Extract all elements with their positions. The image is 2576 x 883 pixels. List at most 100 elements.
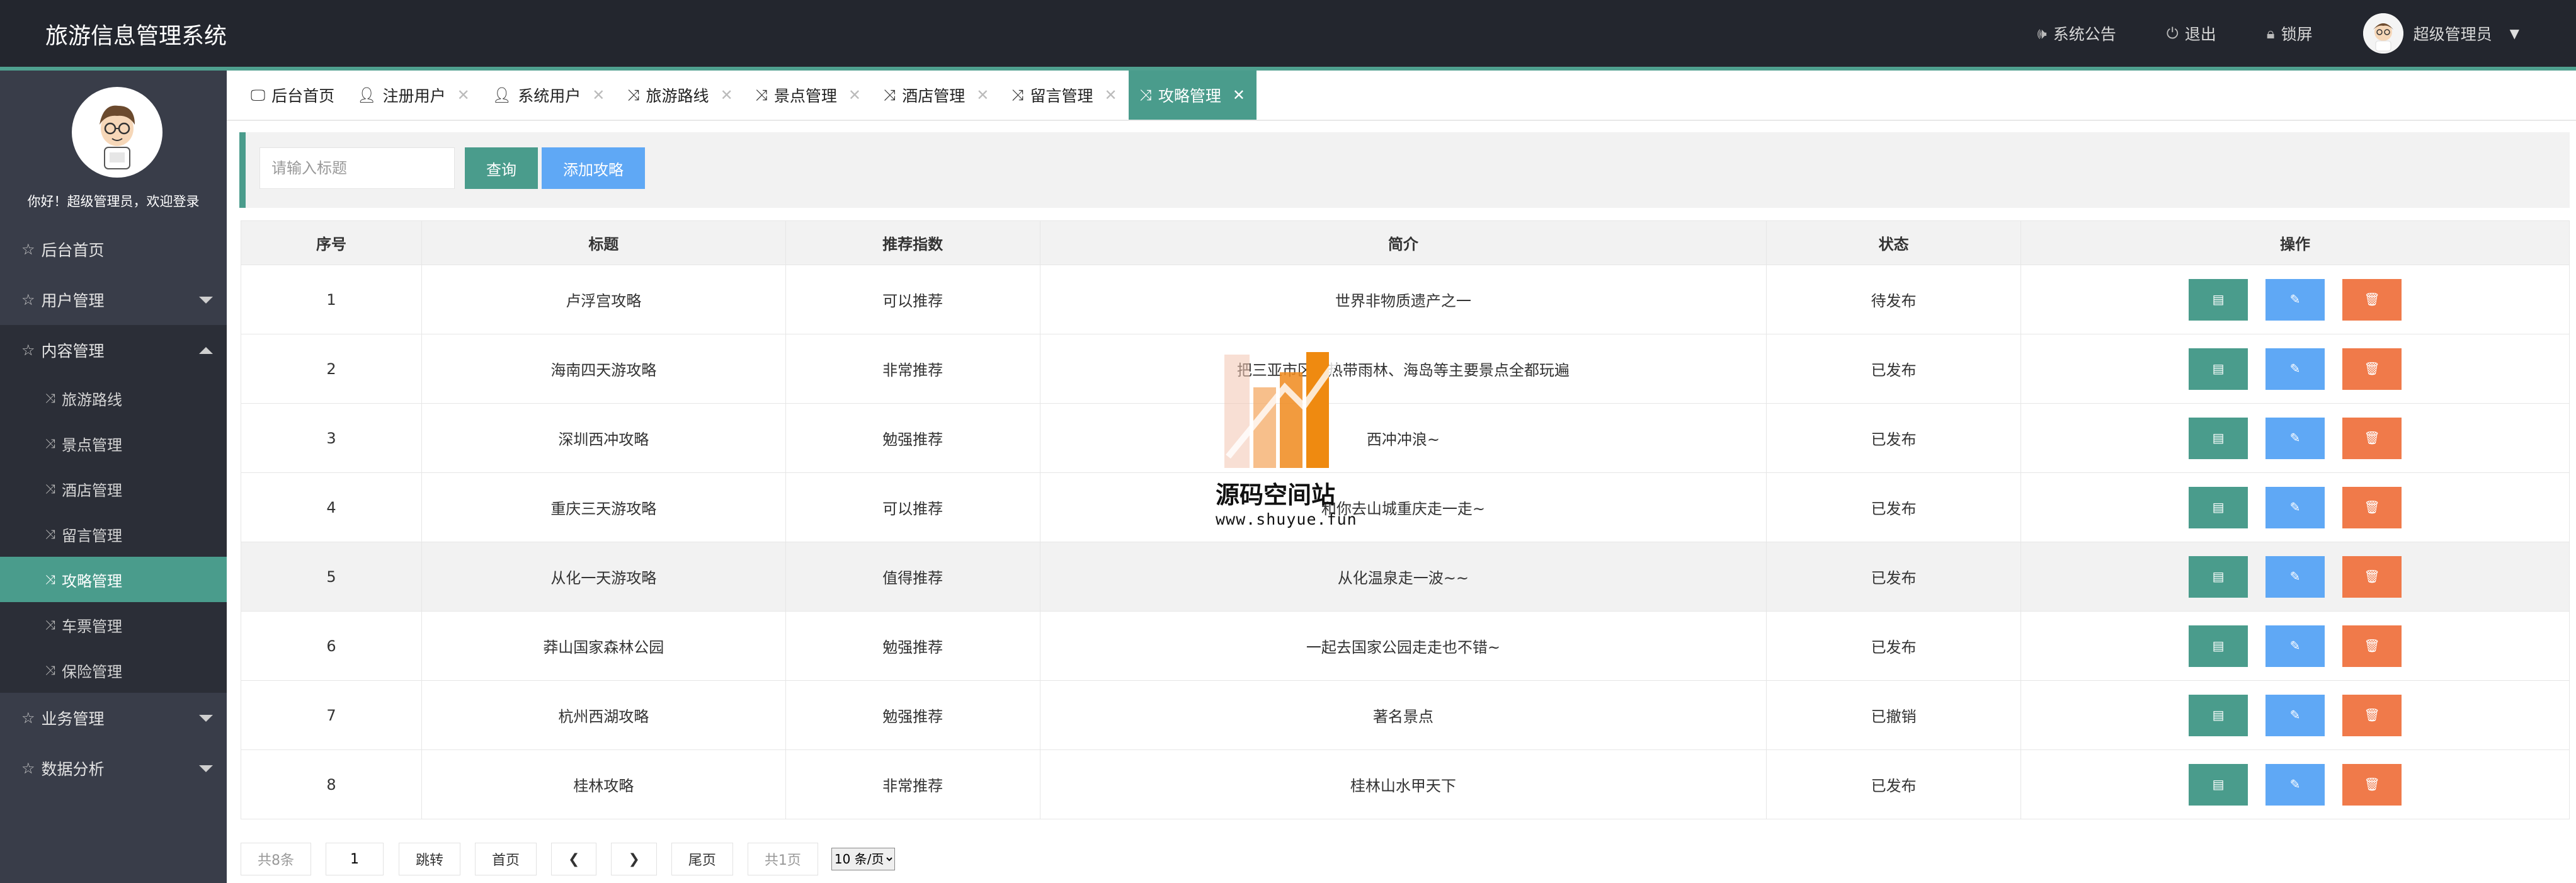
user-icon: 👤︎ [357, 86, 377, 104]
close-icon[interactable]: ✕ [457, 86, 470, 104]
tab-home[interactable]: 🖵 后台首页 [239, 71, 346, 120]
submenu-item-insurance[interactable]: ⤨ 保险管理 [0, 647, 227, 693]
title-search-input[interactable] [259, 147, 455, 189]
tab-routes[interactable]: ⤨ 旅游路线 ✕ [616, 71, 744, 120]
submenu-item-routes[interactable]: ⤨ 旅游路线 [0, 375, 227, 421]
sidebar-item-data-analysis[interactable]: ☆ 数据分析 [0, 743, 227, 794]
guides-table: 序号 标题 推荐指数 简介 状态 操作 1 卢浮宫攻略 可以推荐 世界非物质遗产… [241, 220, 2570, 819]
delete-button[interactable]: 🗑︎ [2342, 625, 2402, 667]
edit-button[interactable]: ✎ [2265, 763, 2325, 806]
close-icon[interactable]: ✕ [721, 86, 733, 104]
trash-icon: 🗑︎ [2364, 293, 2380, 307]
system-notice-link[interactable]: 🕪 系统公告 [2037, 22, 2116, 45]
shuffle-icon: ⤨ [45, 617, 55, 632]
cell-intro: 把三亚市区和热带雨林、海岛等主要景点全都玩遍 [1039, 334, 1767, 404]
submenu-item-label: 旅游路线 [62, 390, 122, 409]
logout-label: 退出 [2184, 25, 2216, 43]
cell-intro: 世界非物质遗产之一 [1039, 265, 1767, 334]
edit-button[interactable]: ✎ [2265, 278, 2325, 321]
pencil-icon: ✎ [2289, 570, 2301, 584]
query-button[interactable]: 查询 [465, 147, 538, 189]
next-page-button[interactable]: ❯ [611, 843, 657, 875]
star-outline-icon: ☆ [21, 241, 35, 258]
cell-rating: 非常推荐 [785, 334, 1040, 404]
column-header: 状态 [1766, 220, 2022, 265]
edit-button[interactable]: ✎ [2265, 694, 2325, 736]
sidebar-item-home[interactable]: ☆ 后台首页 [0, 224, 227, 275]
system-notice-label: 系统公告 [2053, 25, 2116, 43]
close-icon[interactable]: ✕ [1233, 86, 1245, 104]
trash-icon: 🗑︎ [2364, 431, 2380, 445]
view-button[interactable]: ▤ [2189, 348, 2248, 390]
user-menu[interactable]: 超级管理员 ▼ [2362, 13, 2519, 54]
close-icon[interactable]: ✕ [976, 86, 989, 104]
monitor-icon: 🖵 [251, 86, 266, 104]
shuffle-icon: ⤨ [45, 390, 55, 406]
view-button[interactable]: ▤ [2189, 694, 2248, 736]
view-button[interactable]: ▤ [2189, 763, 2248, 806]
tab-guides[interactable]: ⤨ 攻略管理 ✕ [1128, 71, 1257, 120]
trash-icon: 🗑︎ [2364, 639, 2380, 653]
submenu-item-label: 酒店管理 [62, 481, 122, 499]
add-guide-button[interactable]: 添加攻略 [542, 147, 645, 189]
submenu-item-guides[interactable]: ⤨ 攻略管理 [0, 557, 227, 602]
delete-button[interactable]: 🗑︎ [2342, 763, 2402, 806]
cell-actions: ▤ ✎ 🗑︎ [2020, 680, 2570, 750]
sidebar-avatar [72, 87, 162, 178]
delete-button[interactable]: 🗑︎ [2342, 278, 2402, 321]
delete-button[interactable]: 🗑︎ [2342, 348, 2402, 390]
prev-page-button[interactable]: ❮ [551, 843, 597, 875]
sidebar-item-user-management[interactable]: ☆ 用户管理 [0, 275, 227, 325]
sidebar-item-label: 用户管理 [41, 292, 105, 310]
chevron-down-icon [199, 297, 213, 304]
sidebar-item-business-management[interactable]: ☆ 业务管理 [0, 693, 227, 743]
lock-screen-link[interactable]: 🔒︎ 锁屏 [2267, 22, 2313, 45]
submenu-item-label: 保险管理 [62, 663, 122, 681]
tab-messages[interactable]: ⤨ 留言管理 ✕ [1000, 71, 1128, 120]
document-icon: ▤ [2212, 293, 2225, 307]
tab-label: 留言管理 [1030, 87, 1093, 105]
edit-button[interactable]: ✎ [2265, 417, 2325, 459]
view-button[interactable]: ▤ [2189, 278, 2248, 321]
cell-rating: 可以推荐 [785, 265, 1040, 334]
close-icon[interactable]: ✕ [1105, 86, 1117, 104]
table-row: 5 从化一天游攻略 值得推荐 从化温泉走一波~~ 已发布 ▤ ✎ 🗑︎ [241, 542, 2570, 612]
logout-link[interactable]: ⏻ 退出 [2167, 22, 2216, 45]
chevron-up-icon [199, 347, 213, 354]
sidebar-item-content-management[interactable]: ☆ 内容管理 [0, 325, 227, 375]
tab-hotels[interactable]: ⤨ 酒店管理 ✕ [872, 71, 1000, 120]
submenu-item-tickets[interactable]: ⤨ 车票管理 [0, 602, 227, 647]
close-icon[interactable]: ✕ [848, 86, 861, 104]
delete-button[interactable]: 🗑︎ [2342, 417, 2402, 459]
document-icon: ▤ [2212, 362, 2225, 376]
edit-button[interactable]: ✎ [2265, 348, 2325, 390]
delete-button[interactable]: 🗑︎ [2342, 694, 2402, 736]
submenu-item-attractions[interactable]: ⤨ 景点管理 [0, 421, 227, 466]
tab-registered-users[interactable]: 👤︎ 注册用户 ✕ [346, 71, 481, 120]
view-button[interactable]: ▤ [2189, 625, 2248, 667]
view-button[interactable]: ▤ [2189, 417, 2248, 459]
submenu-item-messages[interactable]: ⤨ 留言管理 [0, 511, 227, 557]
view-button[interactable]: ▤ [2189, 555, 2248, 598]
submenu-item-hotels[interactable]: ⤨ 酒店管理 [0, 466, 227, 511]
edit-button[interactable]: ✎ [2265, 625, 2325, 667]
cell-title: 从化一天游攻略 [421, 542, 786, 612]
close-icon[interactable]: ✕ [592, 86, 605, 104]
cell-actions: ▤ ✎ 🗑︎ [2020, 403, 2570, 473]
view-button[interactable]: ▤ [2189, 486, 2248, 528]
edit-button[interactable]: ✎ [2265, 486, 2325, 528]
delete-button[interactable]: 🗑︎ [2342, 555, 2402, 598]
page-number-input[interactable] [326, 843, 384, 875]
jump-button[interactable]: 跳转 [399, 843, 461, 875]
last-page-button[interactable]: 尾页 [671, 843, 733, 875]
shuffle-icon: ⤨ [1139, 86, 1152, 104]
delete-button[interactable]: 🗑︎ [2342, 486, 2402, 528]
edit-button[interactable]: ✎ [2265, 555, 2325, 598]
cell-actions: ▤ ✎ 🗑︎ [2020, 542, 2570, 612]
tab-attractions[interactable]: ⤨ 景点管理 ✕ [744, 71, 872, 120]
tab-label: 酒店管理 [902, 87, 966, 105]
first-page-button[interactable]: 首页 [475, 843, 537, 875]
tab-system-users[interactable]: 👤︎ 系统用户 ✕ [481, 71, 617, 120]
header-actions: 🕪 系统公告 ⏻ 退出 🔒︎ 锁屏 超级管理员 ▼ [2037, 0, 2576, 67]
page-size-select[interactable]: 10 条/页 [831, 848, 895, 870]
